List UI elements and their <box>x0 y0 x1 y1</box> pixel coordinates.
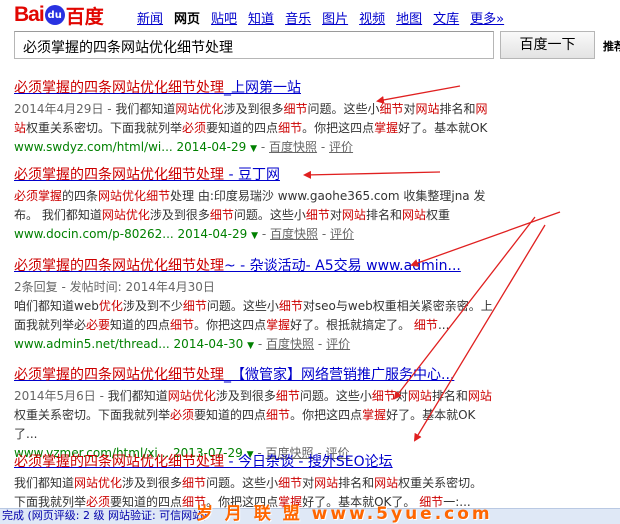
search-input[interactable]: 必须掌握的四条网站优化细节处理 <box>14 31 494 59</box>
search-result: 必须掌握的四条网站优化细节处理 - 豆丁网 必须掌握的四条网站优化细节处理 由:… <box>14 166 494 245</box>
result-title-link[interactable]: 必须掌握的四条网站优化细节处理 - 豆丁网 <box>14 166 494 184</box>
nav-video[interactable]: 视频 <box>359 8 385 27</box>
result-url-line: www.swdyz.com/html/wi... 2014-04-29 ▼ - … <box>14 140 354 154</box>
logo-chinese: 百度 <box>65 5 104 28</box>
result-title-link[interactable]: 必须掌握的四条网站优化细节处理~ - 杂谈活动- A5交易 www.admin.… <box>14 257 494 275</box>
result-url-line: www.docin.com/p-80262... 2014-04-29 ▼ - … <box>14 227 355 241</box>
search-result: 必须掌握的四条网站优化细节处理_【微管家】网络营销推广服务中心... 2014年… <box>14 366 494 464</box>
review-link[interactable]: 评价 <box>329 140 353 154</box>
nav-news[interactable]: 新闻 <box>137 8 163 27</box>
nav-wenku[interactable]: 文库 <box>433 8 459 27</box>
result-url: www.admin5.net/thread... <box>14 337 170 351</box>
status-text: 完成 (网页评级: 2 级 网站验证: 可信网站) <box>2 509 208 522</box>
result-snippet: 2014年5月6日 - 我们都知道网站优化涉及到很多细节问题。这些小细节对网站排… <box>14 389 492 441</box>
snapshot-link[interactable]: 百度快照 <box>270 227 318 241</box>
snapshot-link[interactable]: 百度快照 <box>269 140 317 154</box>
logo-bai: Bai <box>14 3 45 26</box>
dropdown-arrow-icon[interactable]: ▼ <box>247 341 254 351</box>
nav-music[interactable]: 音乐 <box>285 8 311 27</box>
baidu-logo[interactable]: Bai du 百度 <box>14 3 104 28</box>
watermark: 岁 月 联 盟 www.5yue.com <box>196 504 493 524</box>
result-url-line: www.admin5.net/thread... 2014-04-30 ▼ - … <box>14 337 351 351</box>
dropdown-arrow-icon[interactable]: ▼ <box>250 144 257 154</box>
top-nav: 新闻 网页 贴吧 知道 音乐 图片 视频 地图 文库 更多» <box>137 8 515 27</box>
nav-tieba[interactable]: 贴吧 <box>211 8 237 27</box>
logo-paw-icon: du <box>44 5 65 25</box>
search-result: 必须掌握的四条网站优化细节处理~ - 杂谈活动- A5交易 www.admin.… <box>14 257 494 355</box>
search-button[interactable]: 百度一下 <box>500 31 595 59</box>
search-result: 必须掌握的四条网站优化细节处理_上网第一站 2014年4月29日 - 我们都知道… <box>14 79 494 158</box>
result-snippet: 2014年4月29日 - 我们都知道网站优化涉及到很多细节问题。这些小细节对网站… <box>14 102 488 135</box>
recommend-link[interactable]: 推荐 <box>603 38 620 54</box>
nav-web[interactable]: 网页 <box>174 8 200 27</box>
nav-more[interactable]: 更多» <box>470 8 504 27</box>
review-link[interactable]: 评价 <box>326 337 350 351</box>
nav-zhidao[interactable]: 知道 <box>248 8 274 27</box>
result-title-link[interactable]: 必须掌握的四条网站优化细节处理_上网第一站 <box>14 79 494 97</box>
review-link[interactable]: 评价 <box>330 227 354 241</box>
result-snippet: 必须掌握的四条网站优化细节处理 由:印度易瑞沙 www.gaohe365.com… <box>14 189 486 222</box>
nav-images[interactable]: 图片 <box>322 8 348 27</box>
result-url: www.swdyz.com/html/wi... <box>14 140 173 154</box>
result-title-link[interactable]: 必须掌握的四条网站优化细节处理_【微管家】网络营销推广服务中心... <box>14 366 494 384</box>
result-url: www.docin.com/p-80262... <box>14 227 174 241</box>
result-title-link[interactable]: 必须掌握的四条网站优化细节处理 - 今日杂谈 - 搜外SEO论坛 <box>14 453 494 471</box>
dropdown-arrow-icon[interactable]: ▼ <box>251 231 258 241</box>
snapshot-link[interactable]: 百度快照 <box>266 337 314 351</box>
result-snippet: 2条回复 - 发帖时间: 2014年4月30日 咱们都知道web优化涉及到不少细节… <box>14 280 493 332</box>
nav-map[interactable]: 地图 <box>396 8 422 27</box>
